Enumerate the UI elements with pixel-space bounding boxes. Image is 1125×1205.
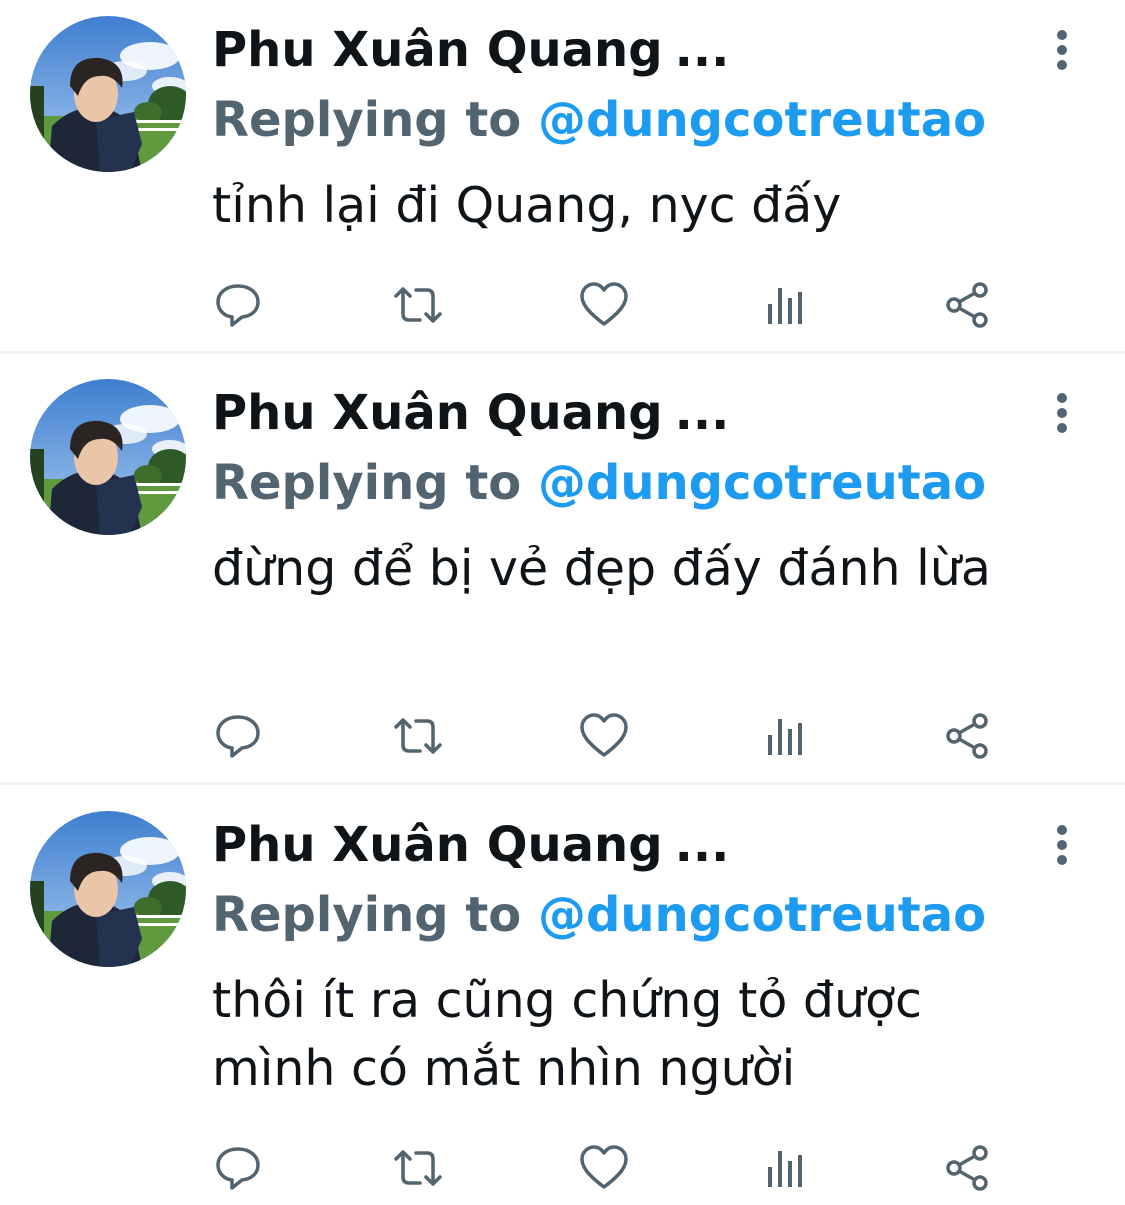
like-button[interactable] [578,1143,630,1193]
author-name-line[interactable]: Phu Xuân Quang... [212,815,729,875]
name-truncation: ... [674,385,730,441]
replying-to-line: Replying to @dungcotreutao [212,90,986,150]
tweet-text: đừng để bị vẻ đẹp đấy đánh lừa [212,540,991,597]
share-button[interactable] [942,711,994,761]
like-button[interactable] [578,280,630,330]
author-name[interactable]: Phu Xuân Quang [212,817,663,873]
replying-to-label: Replying to [212,455,522,511]
retweet-icon [394,287,442,323]
author-name-line[interactable]: Phu Xuân Quang... [212,383,729,443]
analytics-button[interactable] [760,711,812,761]
like-button[interactable] [578,711,630,761]
divider [0,351,1125,354]
name-truncation: ... [674,22,730,78]
tweet-text: thôi ít ra cũng chứng tỏ được mình có mắ… [212,972,922,1097]
more-vertical-icon [1057,393,1067,433]
reply-handle-link[interactable]: @dungcotreutao [538,92,986,148]
more-vertical-icon [1057,825,1067,865]
retweet-button[interactable] [392,1143,444,1193]
reply-handle-link[interactable]: @dungcotreutao [538,887,986,943]
analytics-icon [768,1151,802,1187]
name-truncation: ... [674,817,730,873]
retweet-button[interactable] [392,280,444,330]
reply-button[interactable] [212,1143,264,1193]
share-icon [946,1145,988,1191]
like-icon [580,1145,628,1189]
replying-to-label: Replying to [212,887,522,943]
replying-to-line: Replying to @dungcotreutao [212,453,986,513]
share-icon [946,713,988,759]
reply-handle-link[interactable]: @dungcotreutao [538,455,986,511]
reply-icon [216,1147,260,1190]
retweet-icon [394,1150,442,1186]
more-options-button[interactable] [1045,391,1079,435]
more-vertical-icon [1057,30,1067,70]
tweet-actions [212,1143,1002,1193]
like-icon [580,713,628,757]
tweet-actions [212,280,1002,330]
reply-button[interactable] [212,711,264,761]
more-options-button[interactable] [1045,823,1079,867]
avatar[interactable] [30,16,186,172]
divider [0,782,1125,785]
replying-to-label: Replying to [212,92,522,148]
analytics-icon [768,288,802,324]
tweet-actions [212,711,1002,761]
author-name-line[interactable]: Phu Xuân Quang... [212,20,729,80]
tweet-text: tỉnh lại đi Quang, nyc đấy [212,177,842,234]
replying-to-line: Replying to @dungcotreutao [212,885,986,945]
avatar[interactable] [30,811,186,967]
share-button[interactable] [942,1143,994,1193]
reply-icon [216,715,260,758]
author-name[interactable]: Phu Xuân Quang [212,22,663,78]
analytics-button[interactable] [760,1143,812,1193]
author-name[interactable]: Phu Xuân Quang [212,385,663,441]
reply-button[interactable] [212,280,264,330]
analytics-button[interactable] [760,280,812,330]
share-icon [946,282,988,328]
avatar[interactable] [30,379,186,535]
like-icon [580,282,628,326]
analytics-icon [768,719,802,755]
reply-icon [216,284,260,327]
more-options-button[interactable] [1045,28,1079,72]
share-button[interactable] [942,280,994,330]
retweet-icon [394,718,442,754]
retweet-button[interactable] [392,711,444,761]
